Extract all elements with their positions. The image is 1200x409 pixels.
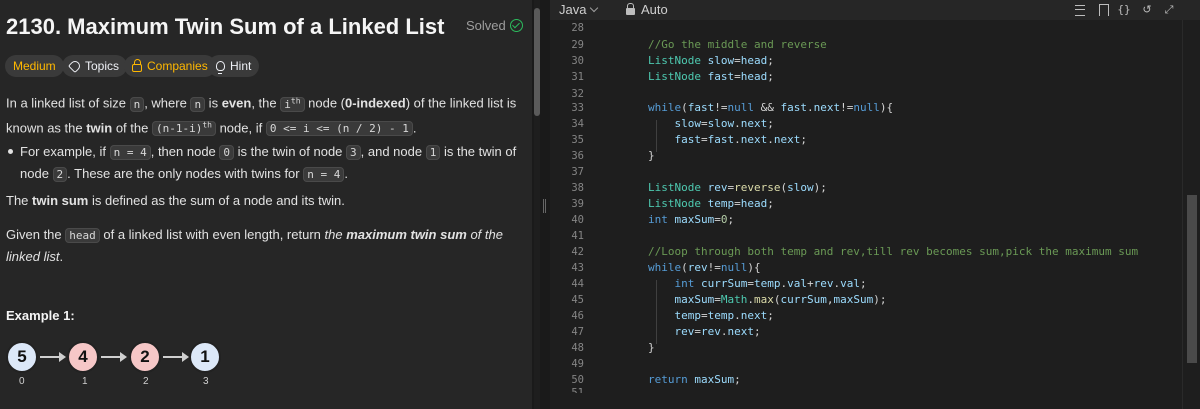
code-line: fast=fast.next.next; [674,133,808,146]
line-number: 51 [571,387,584,393]
companies-label: Companies [147,59,208,73]
scrollbar-thumb[interactable] [1187,195,1197,363]
arrow-icon [101,352,127,362]
line-number: 33 [571,102,584,114]
line-number: 38 [571,182,584,194]
line-number: 48 [571,342,584,354]
line-number: 36 [571,150,584,162]
editor-toolbar: Java Auto {} ↺ ⤢ [550,0,1200,20]
code-line: ListNode temp=head; [648,197,774,210]
line-number: 41 [571,230,584,242]
code-line: maxSum=Math.max(currSum,maxSum); [674,293,887,306]
code-line: ListNode rev=reverse(slow); [648,181,827,194]
bullet-point [8,149,13,154]
line-number: 44 [571,278,584,290]
line-number: 50 [571,374,584,386]
difficulty-label: Medium [13,59,56,73]
line-number: 32 [571,88,584,100]
expand-icon[interactable]: ⤢ [1162,3,1176,17]
line-number: 47 [571,326,584,338]
code-editor-panel: Java Auto {} ↺ ⤢ 28 29 30 31 32 33 34 35… [550,0,1200,409]
description-example-bullet: For example, if n = 4, then node 0 is th… [20,144,517,182]
arrow-icon [40,352,66,362]
list-node-3: 1 [189,341,221,373]
code-line: ListNode fast=head; [648,70,774,83]
line-number: 45 [571,294,584,306]
line-number: 34 [571,118,584,130]
lock-icon [132,58,142,72]
code-line: while(fast!=null && fast.next!=null){ [648,101,894,114]
topics-label: Topics [85,59,120,73]
code-area[interactable]: 28 29 30 31 32 33 34 35 36 37 38 39 40 4… [550,20,1182,409]
auto-mode-toggle[interactable]: Auto [626,2,668,17]
solved-label: Solved [466,18,506,33]
code-line: rev=rev.next; [674,325,761,338]
line-number: 31 [571,71,584,83]
description-paragraph-3: The twin sum is defined as the sum of a … [6,193,345,208]
line-number: 35 [571,134,584,146]
line-number: 37 [571,166,584,178]
reset-icon[interactable]: ↺ [1140,3,1154,17]
description-paragraph-1: In a linked list of size n, where n is e… [6,95,517,137]
line-number: 42 [571,246,584,258]
lock-icon [626,3,635,15]
line-number: 29 [571,39,584,51]
format-icon[interactable] [1073,3,1087,17]
braces-icon[interactable]: {} [1117,3,1131,17]
language-label: Java [559,2,587,17]
line-number: 43 [571,262,584,274]
panel-resize-handle[interactable] [540,0,550,409]
code-line: temp=temp.next; [674,309,774,322]
line-number: 40 [571,214,584,226]
drag-grip-icon [543,199,546,213]
code-line: } [648,341,655,354]
problem-title: 2130. Maximum Twin Sum of a Linked List [6,14,445,39]
companies-button[interactable]: Companies [124,55,216,77]
editor-scrollbar[interactable] [1182,20,1200,409]
node-index: 2 [143,376,149,387]
difficulty-badge: Medium [5,55,64,77]
code-line: return maxSum; [648,373,741,386]
auto-mode-label: Auto [641,2,668,17]
code-line: //Loop through both temp and rev,till re… [648,245,1139,258]
code-line: int maxSum=0; [648,213,735,226]
code-line: int currSum=temp.val+rev.val; [674,277,867,290]
bookmark-icon[interactable] [1096,3,1110,17]
node-index: 0 [19,376,25,387]
code-line: ListNode slow=head; [648,54,774,67]
tag-icon [67,58,83,74]
line-number: 28 [571,22,584,34]
lightbulb-icon [216,61,225,74]
solved-status: Solved [466,18,523,33]
code-line: } [648,149,655,162]
problem-description-panel: 2130. Maximum Twin Sum of a Linked List … [0,0,532,409]
code-line: slow=slow.next; [674,117,774,130]
list-node-2: 2 [129,341,161,373]
node-index: 1 [82,376,88,387]
list-node-0: 5 [6,341,38,373]
line-number: 49 [571,358,584,370]
list-node-1: 4 [67,341,99,373]
code-line: //Go the middle and reverse [648,38,827,51]
line-number: 39 [571,198,584,210]
hint-label: Hint [230,59,252,73]
line-number: 30 [571,55,584,67]
hint-button[interactable]: Hint [208,55,260,77]
description-paragraph-4: Given the head of a linked list with eve… [6,227,503,264]
line-number: 46 [571,310,584,322]
example-title: Example 1: [6,308,75,323]
chevron-down-icon [590,3,599,13]
check-circle-icon [509,19,523,32]
node-index: 3 [203,376,209,387]
code-line: while(rev!=null){ [648,261,761,274]
language-select[interactable]: Java [559,2,599,17]
arrow-icon [163,352,189,362]
topics-button[interactable]: Topics [62,55,128,77]
